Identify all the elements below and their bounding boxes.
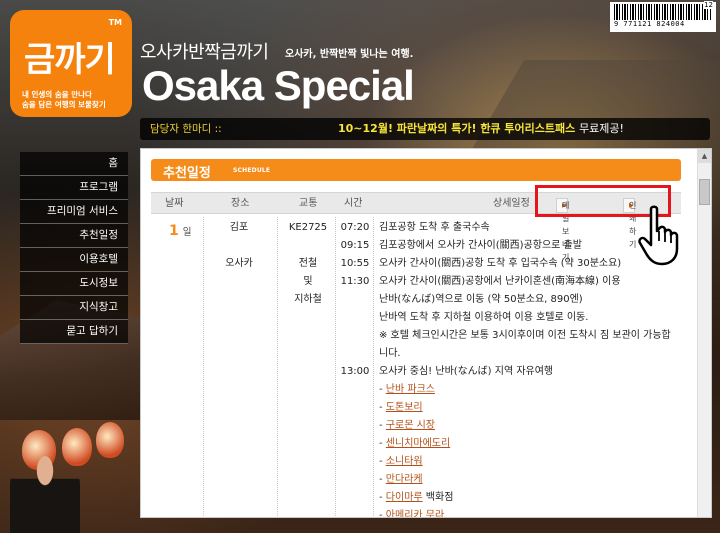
notice-label: 담당자 한마디 :: bbox=[150, 123, 222, 135]
panel-header: 추천일정 SCHEDULE bbox=[151, 159, 681, 181]
column-divider bbox=[203, 217, 204, 517]
sight-item: - 소니타워 bbox=[379, 456, 423, 467]
time-slot: 09:15 bbox=[340, 240, 370, 251]
vertical-scrollbar[interactable]: ▲ bbox=[697, 149, 711, 517]
column-divider bbox=[335, 217, 336, 517]
scroll-up-icon[interactable]: ▲ bbox=[698, 149, 711, 163]
column-time: 시간 bbox=[344, 198, 363, 209]
nav-item-home[interactable]: 홈 bbox=[20, 152, 128, 176]
detail-line: 오사카 간사이(關西)공항 도착 후 입국수속 (약 30분소요) bbox=[379, 258, 622, 269]
detail-line: 오사카 간사이(關西)공항에서 난카이혼센(南海本線) 이용 bbox=[379, 276, 621, 287]
scrollbar-thumb[interactable] bbox=[699, 179, 710, 205]
place-osaka: 오사카 bbox=[225, 258, 253, 269]
notice-message[interactable]: 10~12월! 파란날짜의 특가! 한큐 투어리스트패스 무료제공! bbox=[338, 118, 624, 140]
barcode-number: 9 771121 824004 bbox=[614, 20, 685, 28]
sight-link[interactable]: 구로몬 시장 bbox=[386, 420, 435, 431]
logo-name: 금까기 bbox=[24, 40, 116, 80]
hand-cursor-icon bbox=[638, 205, 679, 266]
column-divider bbox=[277, 217, 278, 517]
english-title: Osaka Special bbox=[142, 62, 415, 109]
nav-item-hotels[interactable]: 이용호텔 bbox=[20, 248, 128, 272]
detail-line: 난바역 도착 후 지하철 이용하여 이용 호텔로 이동. bbox=[379, 312, 589, 323]
sight-link[interactable]: 도톤보리 bbox=[386, 402, 423, 413]
transport-train-line-3: 지하철 bbox=[294, 294, 322, 305]
detail-note-cont: 니다. bbox=[379, 348, 401, 359]
sight-item: - 구로몬 시장 bbox=[379, 420, 435, 431]
column-transport: 교통 bbox=[299, 198, 318, 209]
sight-item: - 도톤보리 bbox=[379, 402, 423, 413]
sight-link[interactable]: 아메리카 무라 bbox=[386, 510, 444, 517]
barcode: 12 9 771121 824004 bbox=[610, 1, 716, 32]
day-unit: 일 bbox=[182, 227, 192, 238]
sight-item: - 다이마루 백화점 bbox=[379, 492, 454, 503]
lantern-decoration bbox=[96, 422, 124, 458]
sidebar-nav: 홈 프로그램 프리미엄 서비스 추천일정 이용호텔 도시정보 지식창고 묻고 답… bbox=[20, 152, 128, 344]
time-slot: 13:00 bbox=[340, 366, 370, 377]
column-detail: 상세일정 bbox=[493, 198, 530, 209]
sight-suffix: 백화점 bbox=[422, 492, 454, 503]
barcode-issue-number: 12 bbox=[704, 1, 713, 9]
place-gimpo: 김포 bbox=[229, 222, 249, 233]
korean-title: 오사카반짝금까기 bbox=[140, 42, 269, 63]
barcode-bars bbox=[614, 4, 712, 20]
sight-item: - 만다라케 bbox=[379, 474, 423, 485]
detail-line: 김포공항에서 오사카 간사이(關西)공항으로 출발 bbox=[379, 240, 582, 251]
day-number: 1 bbox=[169, 223, 179, 239]
transport-train-line-2: 및 bbox=[303, 276, 313, 287]
sight-item: - 난바 파크스 bbox=[379, 384, 435, 395]
column-divider bbox=[373, 217, 374, 517]
nav-item-recommended-schedule[interactable]: 추천일정 bbox=[20, 224, 128, 248]
panel-title-en: SCHEDULE bbox=[233, 167, 271, 174]
logo-tagline: 내 인생의 숨을 만나다 숨을 담은 여행의 보물찾기 bbox=[22, 90, 106, 110]
detail-line: 김포공항 도착 후 출국수속 bbox=[379, 222, 490, 233]
column-date: 날짜 bbox=[165, 198, 184, 209]
sight-item: - 아메리카 무라 bbox=[379, 507, 679, 517]
logo-tagline-line-1: 내 인생의 숨을 만나다 bbox=[22, 90, 92, 99]
transport-flight: KE2725 bbox=[288, 222, 328, 233]
time-slot: 07:20 bbox=[340, 222, 370, 233]
schedule-panel: 추천일정 SCHEDULE 날짜 장소 교통 시간 상세일정 ▶ 메일보내기 ▶ 인… bbox=[140, 148, 712, 518]
notice-message-normal: 무료제공! bbox=[579, 122, 624, 135]
column-place: 장소 bbox=[231, 198, 250, 209]
sight-link[interactable]: 난바 파크스 bbox=[386, 384, 435, 395]
nav-item-premium-service[interactable]: 프리미엄 서비스 bbox=[20, 200, 128, 224]
site-logo[interactable]: TM 금까기 내 인생의 숨을 만나다 숨을 담은 여행의 보물찾기 bbox=[10, 10, 132, 117]
time-slot: 10:55 bbox=[340, 258, 370, 269]
detail-line: 오사카 중심! 난바(なんば) 지역 자유여행 bbox=[379, 366, 554, 377]
korean-subtitle: 오사카, 반짝반짝 빛나는 여행. bbox=[285, 49, 414, 60]
panel-title: 추천일정 bbox=[163, 166, 211, 181]
notice-message-highlight: 10~12월! 파란날짜의 특가! 한큐 투어리스트패스 bbox=[338, 122, 580, 135]
background-person bbox=[10, 455, 80, 533]
sight-link[interactable]: 센니치마에도리 bbox=[386, 438, 450, 449]
transport-train-line-1: 전철 bbox=[298, 258, 318, 269]
logo-tagline-line-2: 숨을 담은 여행의 보물찾기 bbox=[22, 100, 106, 109]
nav-item-program[interactable]: 프로그램 bbox=[20, 176, 128, 200]
time-slot: 11:30 bbox=[340, 276, 370, 287]
sight-link[interactable]: 소니타워 bbox=[386, 456, 423, 467]
day-label: 1일 bbox=[169, 223, 192, 239]
detail-line: 난바(なんば)역으로 이동 (약 50분소요, 890엔) bbox=[379, 294, 583, 305]
sight-link[interactable]: 다이마루 bbox=[386, 492, 423, 503]
nav-item-knowledge[interactable]: 지식창고 bbox=[20, 296, 128, 320]
nav-item-city-info[interactable]: 도시정보 bbox=[20, 272, 128, 296]
detail-note: ※ 호텔 체크인시간은 보통 3시이후이며 이전 도착시 짐 보관이 가능합 bbox=[379, 330, 671, 341]
nav-item-qna[interactable]: 묻고 답하기 bbox=[20, 320, 128, 344]
sight-item: - 센니치마에도리 bbox=[379, 438, 451, 449]
notice-bar: 담당자 한마디 :: 10~12월! 파란날짜의 특가! 한큐 투어리스트패스 … bbox=[140, 118, 710, 140]
sight-link[interactable]: 만다라케 bbox=[386, 474, 423, 485]
trademark-mark: TM bbox=[108, 18, 122, 27]
